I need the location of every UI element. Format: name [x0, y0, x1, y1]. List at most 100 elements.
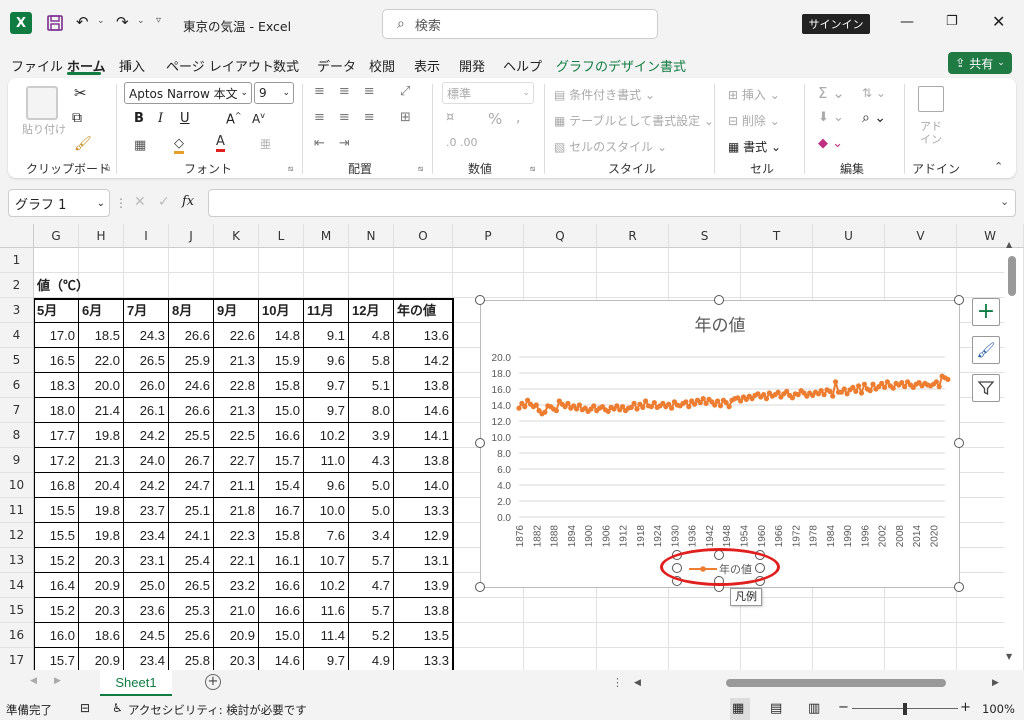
share-button[interactable]: ⇪ 共有 ⌄: [948, 52, 1012, 74]
clipboard-launcher-icon[interactable]: ⧅: [105, 164, 110, 174]
column-header[interactable]: N: [349, 224, 394, 248]
table-cell[interactable]: 5.7: [349, 548, 394, 573]
table-cell[interactable]: 23.7: [124, 498, 169, 523]
borders-icon[interactable]: ▦: [134, 138, 146, 153]
table-cell[interactable]: 4.7: [349, 573, 394, 598]
format-painter-icon[interactable]: 🖌: [74, 136, 92, 152]
row-header[interactable]: 5: [0, 348, 34, 373]
table-cell[interactable]: 21.3: [79, 448, 124, 473]
table-cell[interactable]: 13.8: [394, 448, 453, 473]
table-cell[interactable]: 21.3: [214, 348, 259, 373]
accessibility-icon[interactable]: ♿: [112, 701, 123, 715]
table-cell[interactable]: 26.5: [169, 573, 214, 598]
accessibility-status[interactable]: アクセシビリティ: 検討が必要です: [128, 702, 307, 718]
save-icon[interactable]: [46, 14, 64, 35]
table-cell[interactable]: 23.1: [124, 548, 169, 573]
table-cell[interactable]: 25.1: [169, 498, 214, 523]
row-header[interactable]: 6: [0, 373, 34, 398]
column-header[interactable]: V: [885, 224, 957, 248]
resize-handle[interactable]: [954, 295, 964, 305]
table-cell[interactable]: 20.4: [79, 473, 124, 498]
table-cell[interactable]: 14.1: [394, 423, 453, 448]
row-header[interactable]: 2: [0, 273, 34, 298]
table-cell[interactable]: 14.8: [259, 323, 304, 348]
table-cell[interactable]: 18.6: [79, 623, 124, 648]
insert-cells-button[interactable]: ⊞ 挿入 ⌄: [728, 86, 780, 103]
table-cell[interactable]: 16.6: [259, 598, 304, 623]
sort-filter-icon[interactable]: ⇅ ⌄: [862, 86, 886, 100]
table-cell[interactable]: 7.6: [304, 523, 349, 548]
format-as-table-button[interactable]: ▦ テーブルとして書式設定 ⌄: [554, 112, 714, 129]
decimal-icons[interactable]: .0 .00: [446, 136, 478, 149]
column-header[interactable]: H: [79, 224, 124, 248]
table-cell[interactable]: 23.4: [124, 523, 169, 548]
table-title-cell[interactable]: 値（℃）: [34, 273, 154, 298]
delete-cells-button[interactable]: ⊟ 削除 ⌄: [728, 112, 780, 129]
row-header[interactable]: 10: [0, 473, 34, 498]
table-cell[interactable]: 19.8: [79, 498, 124, 523]
column-header[interactable]: P: [453, 224, 524, 248]
table-cell[interactable]: 25.0: [124, 573, 169, 598]
redo-icon[interactable]: ↷: [116, 13, 129, 31]
table-cell[interactable]: 22.0: [79, 348, 124, 373]
table-cell[interactable]: 21.4: [79, 398, 124, 423]
normal-view-icon[interactable]: ▦: [732, 701, 744, 716]
font-name-select[interactable]: Aptos Narrow 本文 ⌄: [124, 82, 252, 104]
underline-icon[interactable]: U: [180, 111, 190, 126]
table-cell[interactable]: 25.3: [169, 598, 214, 623]
zoom-in-icon[interactable]: +: [960, 700, 971, 715]
table-cell[interactable]: 8.0: [349, 398, 394, 423]
table-header-cell[interactable]: 年の値: [394, 298, 453, 323]
table-cell[interactable]: 24.1: [169, 523, 214, 548]
zoom-out-icon[interactable]: −: [838, 700, 849, 715]
table-header-cell[interactable]: 6月: [79, 298, 124, 323]
resize-handle[interactable]: [475, 582, 485, 592]
table-cell[interactable]: 24.6: [169, 373, 214, 398]
table-header-cell[interactable]: 10月: [259, 298, 304, 323]
zoom-level[interactable]: 100%: [982, 702, 1015, 716]
collapse-ribbon-icon[interactable]: ⌃: [994, 160, 1003, 173]
tab-review[interactable]: 校閲: [369, 56, 395, 75]
table-cell[interactable]: 23.2: [214, 573, 259, 598]
tab-page-layout[interactable]: ページ レイアウト: [166, 56, 274, 75]
row-header[interactable]: 9: [0, 448, 34, 473]
tab-help[interactable]: ヘルプ: [503, 56, 542, 75]
clear-icon[interactable]: ◆ ⌄: [818, 136, 843, 151]
table-cell[interactable]: 4.3: [349, 448, 394, 473]
horizontal-scroll-thumb[interactable]: [726, 679, 946, 687]
table-cell[interactable]: 12.9: [394, 523, 453, 548]
table-cell[interactable]: 26.7: [169, 448, 214, 473]
horizontal-align-icons[interactable]: ≡≡≡: [314, 110, 389, 125]
tab-formulas[interactable]: 数式: [273, 56, 299, 75]
table-cell[interactable]: 20.9: [214, 623, 259, 648]
scroll-left-icon[interactable]: ◀: [634, 678, 641, 688]
table-cell[interactable]: 18.5: [79, 323, 124, 348]
fill-color-icon[interactable]: ◇: [174, 136, 184, 154]
table-cell[interactable]: 5.2: [349, 623, 394, 648]
table-cell[interactable]: 9.7: [304, 373, 349, 398]
formula-input[interactable]: [208, 189, 1016, 217]
macro-record-icon[interactable]: ⊟: [80, 701, 90, 715]
row-header[interactable]: 13: [0, 548, 34, 573]
table-cell[interactable]: 24.3: [124, 323, 169, 348]
table-cell[interactable]: 10.2: [304, 423, 349, 448]
table-cell[interactable]: 11.0: [304, 448, 349, 473]
table-cell[interactable]: 26.6: [169, 323, 214, 348]
restore-icon[interactable]: ❐: [946, 14, 958, 29]
table-cell[interactable]: 16.0: [34, 623, 79, 648]
cut-icon[interactable]: ✂: [74, 84, 87, 102]
table-cell[interactable]: 16.1: [259, 548, 304, 573]
table-cell[interactable]: 5.0: [349, 473, 394, 498]
table-header-cell[interactable]: 7月: [124, 298, 169, 323]
table-cell[interactable]: 15.9: [259, 348, 304, 373]
paste-icon[interactable]: [26, 86, 58, 120]
table-header-cell[interactable]: 12月: [349, 298, 394, 323]
table-cell[interactable]: 19.8: [79, 523, 124, 548]
increase-font-icon[interactable]: A^: [226, 111, 242, 127]
page-break-view-icon[interactable]: ▥: [808, 701, 820, 716]
chart-elements-button[interactable]: +: [972, 298, 1000, 326]
table-cell[interactable]: 16.6: [259, 573, 304, 598]
table-cell[interactable]: 22.8: [214, 373, 259, 398]
table-cell[interactable]: 15.2: [34, 598, 79, 623]
row-header[interactable]: 16: [0, 623, 34, 648]
